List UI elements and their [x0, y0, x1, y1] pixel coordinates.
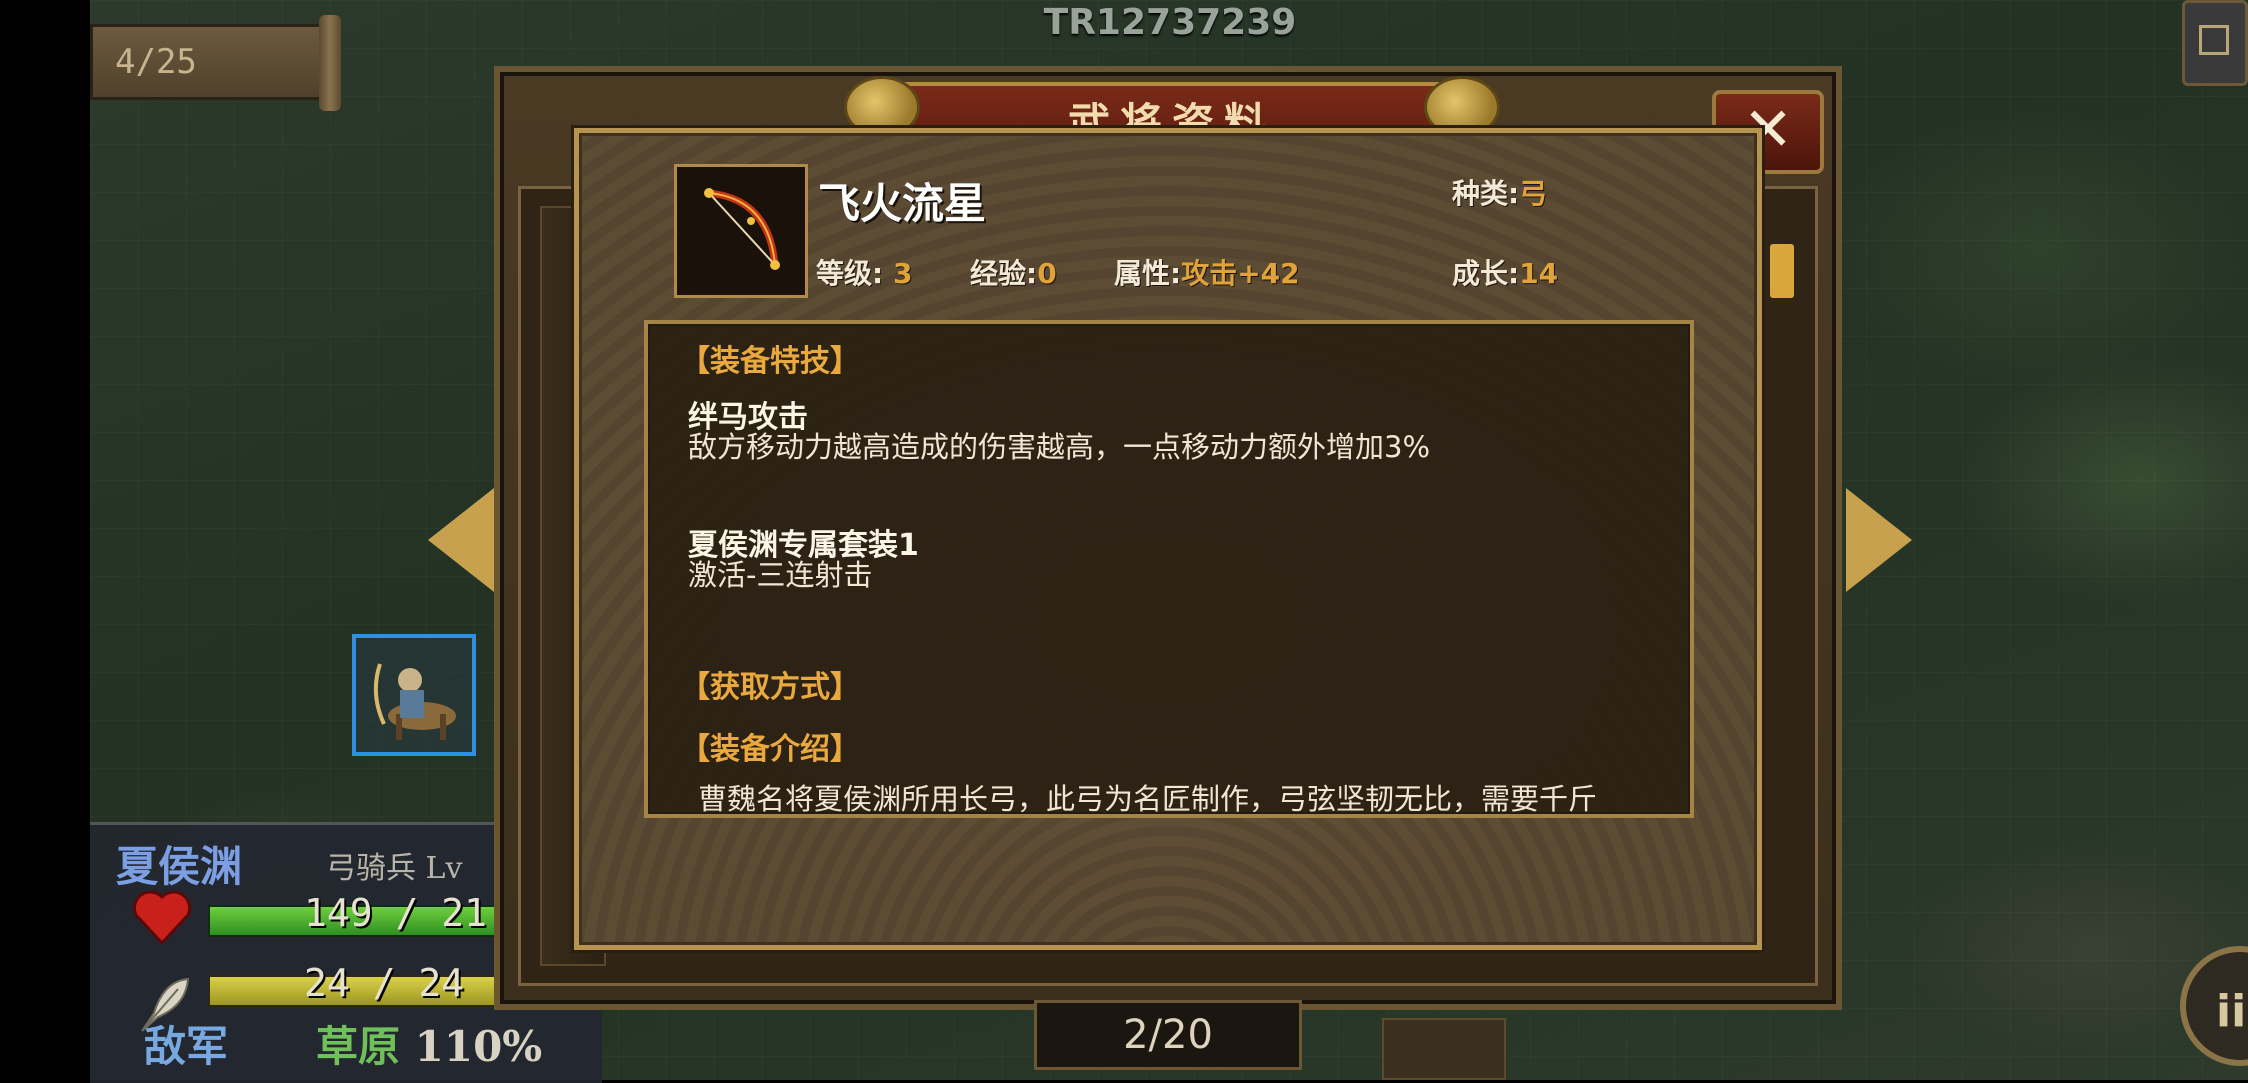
unit-name: 夏侯渊 [116, 842, 243, 891]
item-growth-label: 成长: [1452, 257, 1520, 290]
heart-icon [132, 890, 192, 945]
set-bonus-description: 激活-三连射击 [688, 558, 873, 592]
unit-side-label: 敌军 [144, 1022, 229, 1071]
skill-section-title: 【装备特技】 [680, 344, 860, 379]
item-attribute-label: 属性: [1114, 257, 1182, 290]
item-level-stat: 等级: 3 [816, 252, 912, 292]
battle-id-label: TR12737239 [1043, 2, 1297, 43]
item-attribute-value: 攻击+42 [1181, 257, 1300, 290]
item-growth-stat: 成长:14 [1452, 252, 1558, 292]
item-exp-stat: 经验:0 [970, 252, 1057, 292]
horse-archer-icon [373, 663, 456, 740]
terrain-label: 草原 110% [316, 1013, 542, 1074]
terrain-name: 草原 [316, 1022, 401, 1071]
item-attribute-stat: 属性:攻击+42 [1114, 252, 1300, 292]
item-exp-label: 经验: [970, 257, 1038, 290]
mp-text: 24 / 24 [304, 961, 465, 1005]
terrain-bonus: 110% [414, 1022, 543, 1071]
source-section-title: 【获取方式】 [680, 670, 860, 705]
item-type-value: 弓 [1519, 177, 1548, 210]
minimap-icon[interactable] [2182, 0, 2248, 86]
turn-counter: 4/25 [90, 15, 341, 111]
unit-class-level: 弓骑兵 Lv [326, 851, 463, 886]
dialog-tab-marker [1770, 244, 1794, 298]
page-indicator: 2/20 [1034, 1000, 1302, 1070]
item-level-value: 3 [892, 257, 913, 290]
intro-section-title: 【装备介绍】 [680, 732, 860, 767]
intro-text: 曹魏名将夏侯渊所用长弓，此弓为名匠制作，弓弦坚韧无比，需要千斤 [698, 782, 1598, 812]
prev-general-arrow-icon[interactable] [428, 488, 494, 592]
bow-icon [704, 188, 780, 270]
selected-unit-sprite[interactable] [352, 634, 476, 756]
bottom-decoration [1382, 1018, 1506, 1080]
item-type-label: 种类: [1452, 177, 1520, 210]
item-growth-value: 14 [1519, 257, 1559, 290]
item-level-label: 等级: [816, 257, 884, 290]
item-icon-frame [674, 164, 808, 298]
item-type-stat: 种类:弓 [1452, 172, 1547, 212]
next-general-arrow-icon[interactable] [1846, 488, 1912, 592]
skill-description: 敌方移动力越高造成的伤害越高，一点移动力额外增加3% [688, 430, 1431, 464]
item-exp-value: 0 [1037, 257, 1057, 290]
hp-text: 149 / 21 [304, 891, 488, 935]
item-name: 飞火流星 [818, 179, 987, 228]
